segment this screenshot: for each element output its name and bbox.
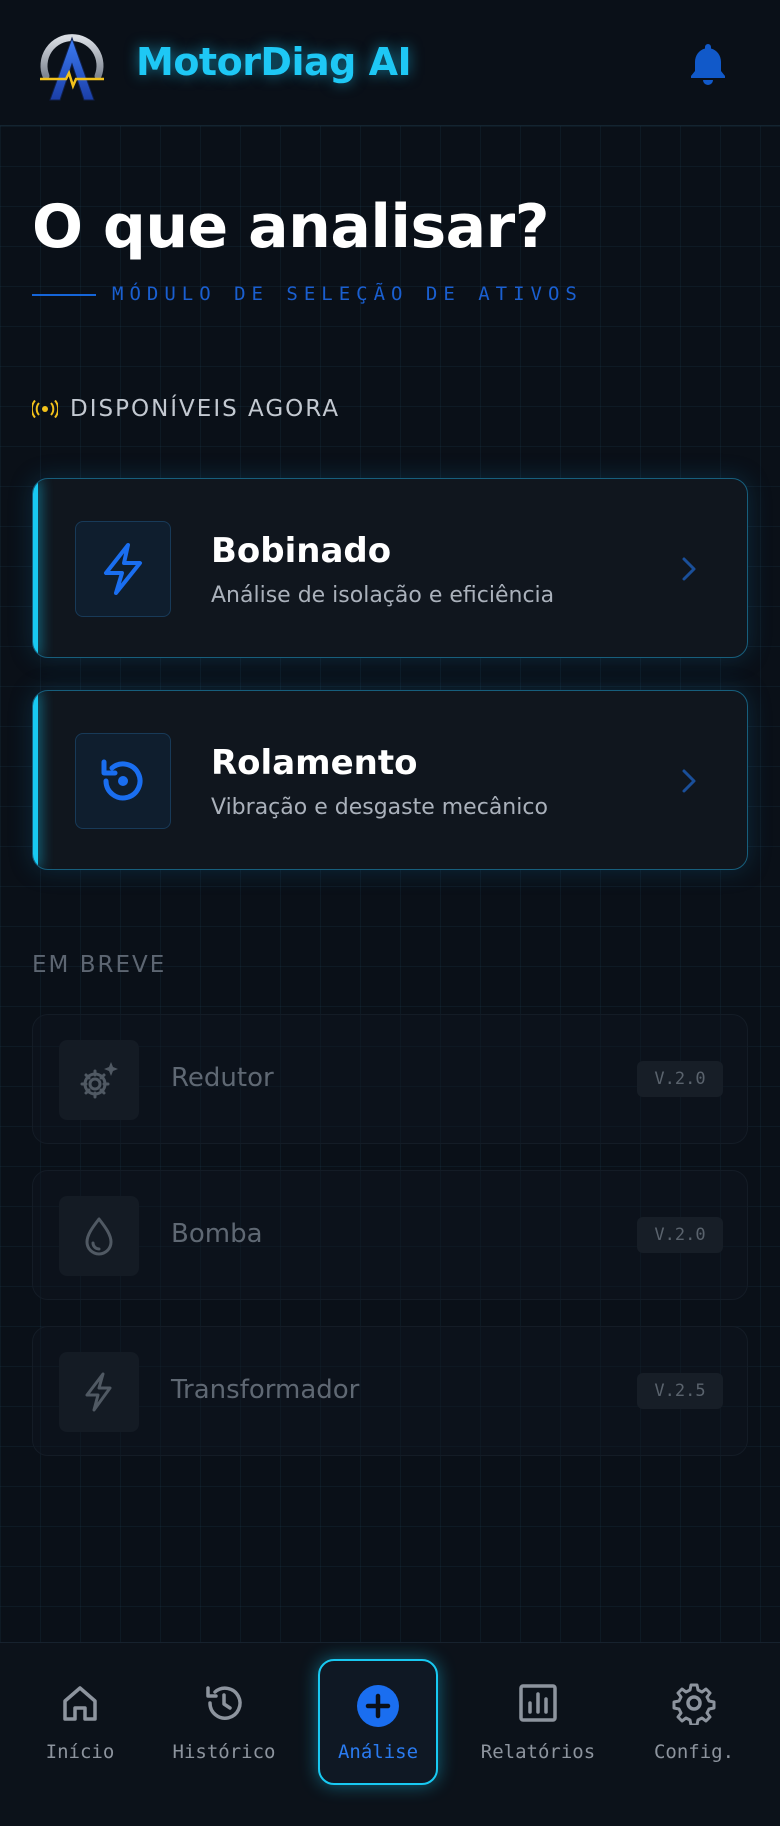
module-title: Redutor: [171, 1063, 274, 1093]
nav-label: Histórico: [172, 1741, 276, 1763]
bar-chart-icon: [519, 1684, 557, 1722]
lightning-icon: [104, 543, 142, 595]
module-card-rolamento[interactable]: Rolamento Vibração e desgaste mecânico: [32, 690, 748, 870]
nav-item-relatorios[interactable]: Relatórios: [474, 1643, 602, 1826]
page-title: O que analisar?: [32, 192, 550, 262]
version-badge: V.2.0: [637, 1061, 723, 1097]
bottom-navigation: Início Histórico Análise Relatórios Conf…: [0, 1642, 780, 1826]
module-description: Vibração e desgaste mecânico: [211, 795, 548, 820]
module-title: Bobinado: [211, 531, 392, 571]
chevron-right-icon: [682, 557, 696, 581]
soon-card-transformador: Transformador V.2.5: [32, 1326, 748, 1456]
app-header: MotorDiag AI: [0, 0, 780, 126]
available-section-label: DISPONÍVEIS AGORA: [32, 396, 340, 422]
module-title: Bomba: [171, 1219, 263, 1249]
nav-label: Início: [45, 1741, 115, 1763]
home-icon: [63, 1686, 97, 1721]
page-subtitle: MÓDULO DE SELEÇÃO DE ATIVOS: [112, 283, 583, 305]
chevron-right-icon: [682, 769, 696, 793]
nav-item-historico[interactable]: Histórico: [168, 1643, 280, 1826]
module-icon-box: [59, 1040, 139, 1120]
nav-item-config[interactable]: Config.: [646, 1643, 742, 1826]
module-description: Análise de isolação e eficiência: [211, 583, 555, 608]
app-title: MotorDiag AI: [136, 40, 412, 84]
module-icon-box: [59, 1352, 139, 1432]
module-card-bobinado[interactable]: Bobinado Análise de isolação e eficiênci…: [32, 478, 748, 658]
bolt-outline-icon: [85, 1372, 112, 1412]
nav-label: Relatórios: [480, 1741, 596, 1763]
plus-circle-icon: [357, 1685, 399, 1727]
nav-item-inicio[interactable]: Início: [36, 1643, 124, 1826]
motordiag-logo-icon[interactable]: [36, 24, 108, 102]
broadcast-icon: [32, 400, 58, 418]
module-icon-box: [75, 733, 171, 829]
soon-card-redutor: Redutor V.2.0: [32, 1014, 748, 1144]
module-icon-box: [59, 1196, 139, 1276]
coming-soon-label: EM BREVE: [32, 952, 167, 978]
nav-item-analise[interactable]: Análise: [318, 1659, 438, 1785]
module-icon-box: [75, 521, 171, 617]
gear-icon: [672, 1683, 716, 1725]
version-badge: V.2.5: [637, 1373, 723, 1409]
module-title: Transformador: [171, 1375, 360, 1405]
gear-sparkle-icon: [80, 1062, 118, 1099]
version-badge: V.2.0: [637, 1217, 723, 1253]
available-label-text: DISPONÍVEIS AGORA: [70, 396, 341, 422]
soon-card-bomba: Bomba V.2.0: [32, 1170, 748, 1300]
subtitle-divider: [32, 294, 96, 296]
nav-label: Análise: [337, 1741, 419, 1763]
rotate-icon: [101, 759, 143, 801]
water-drop-icon: [85, 1217, 113, 1256]
nav-label: Config.: [653, 1741, 735, 1763]
bell-icon[interactable]: [688, 42, 728, 86]
module-title: Rolamento: [211, 743, 418, 783]
history-icon: [206, 1686, 242, 1720]
